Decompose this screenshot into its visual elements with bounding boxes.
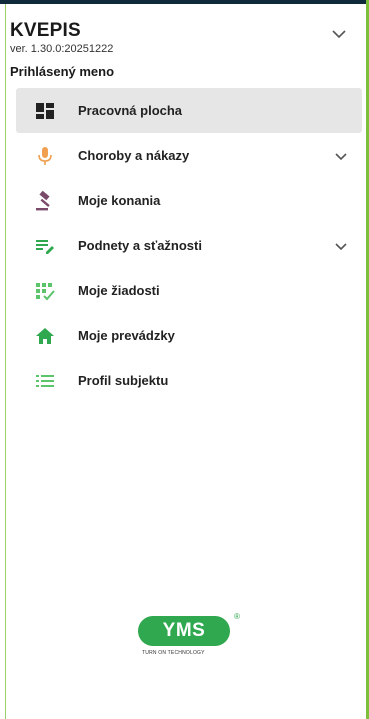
sidebar-item-label: Profil subjektu <box>78 373 169 388</box>
logo-tagline: TURN ON TECHNOLOGY <box>142 650 205 656</box>
sidebar-item-label: Moje prevádzky <box>78 328 175 343</box>
sidebar-item-moje-konania[interactable]: Moje konania <box>16 178 362 223</box>
sidebar-header: KVEPIS ver. 1.30.0:20251222 Prihlásený m… <box>10 20 350 79</box>
sidebar-item-pracovna-plocha[interactable]: Pracovná plocha <box>16 88 362 133</box>
sidebar-menu: Pracovná plocha Choroby a nákazy Moje ko… <box>16 88 362 403</box>
gavel-icon <box>36 190 50 211</box>
sidebar-item-label: Pracovná plocha <box>78 103 183 118</box>
chevron-down-icon[interactable] <box>331 236 351 256</box>
microphone-icon <box>38 147 52 165</box>
sidebar-item-label: Choroby a nákazy <box>78 148 190 163</box>
list-icon <box>36 375 54 387</box>
sidebar-item-profil-subjektu[interactable]: Profil subjektu <box>16 358 362 403</box>
grid-check-icon <box>36 283 55 301</box>
app-version: ver. 1.30.0:20251222 <box>10 43 114 55</box>
logo-mark: YMS <box>138 616 230 646</box>
left-border <box>5 4 6 719</box>
user-name: Prihlásený meno <box>10 64 115 79</box>
sidebar-item-choroby-a-nakazy[interactable]: Choroby a nákazy <box>16 133 362 178</box>
edit-list-icon <box>36 240 54 254</box>
yms-logo: YMS ® TURN ON TECHNOLOGY <box>138 612 248 663</box>
app-title: KVEPIS <box>10 20 81 41</box>
sidebar-item-podnety-a-staznosti[interactable]: Podnety a sťažnosti <box>16 223 362 268</box>
home-icon <box>36 328 54 344</box>
sidebar-item-label: Moje žiadosti <box>78 283 160 298</box>
chevron-down-icon[interactable] <box>331 146 351 166</box>
collapse-button[interactable] <box>329 24 349 44</box>
top-border <box>0 0 369 4</box>
chevron-down-icon <box>332 29 346 38</box>
sidebar-item-label: Moje konania <box>78 193 161 208</box>
registered-mark: ® <box>234 612 240 621</box>
sidebar-item-moje-prevadzky[interactable]: Moje prevádzky <box>16 313 362 358</box>
sidebar-item-moje-ziadosti[interactable]: Moje žiadosti <box>16 268 362 313</box>
dashboard-icon <box>36 103 54 119</box>
sidebar-item-label: Podnety a sťažnosti <box>78 238 202 253</box>
